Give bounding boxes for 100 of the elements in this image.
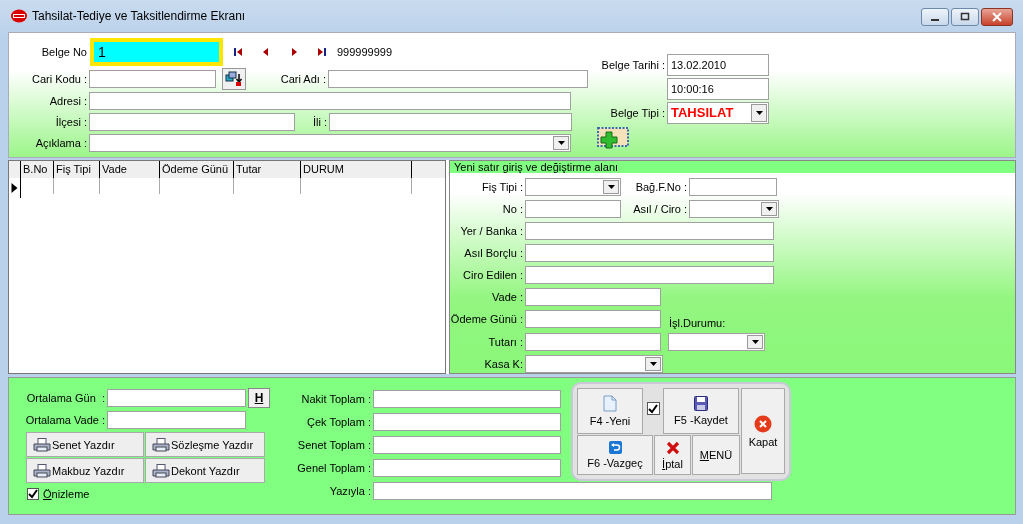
- exit-button[interactable]: Kapat: [741, 388, 785, 474]
- document-date-field[interactable]: 13.02.2010: [667, 54, 769, 76]
- save-button[interactable]: F5 -Kaydet: [663, 388, 739, 434]
- dropdown-arrow-icon: [765, 206, 773, 211]
- new-button[interactable]: F4 -Yeni: [577, 388, 643, 434]
- field-label: İlçesi :: [54, 116, 87, 128]
- field-label: Tutarı :: [487, 335, 523, 348]
- field-label: Belge Tipi :: [609, 107, 665, 119]
- last-record-number: 999999999: [337, 46, 393, 58]
- field-label: Vade :: [491, 290, 523, 303]
- field-label: Bağ.F.No :: [634, 180, 687, 193]
- checkbox-label: Önizleme: [43, 488, 90, 500]
- print-button[interactable]: Sözleşme Yazdır: [145, 432, 265, 457]
- app-logo-icon: [11, 9, 27, 23]
- print-button[interactable]: Senet Yazdır: [26, 432, 144, 457]
- field-label: Asıl Borçlu :: [463, 246, 523, 259]
- close-icon: [992, 12, 1002, 22]
- preview-checkbox[interactable]: [27, 488, 39, 500]
- cash-box-dropdown[interactable]: [525, 354, 663, 373]
- printer-icon: [152, 437, 170, 452]
- maximize-button[interactable]: [951, 8, 979, 26]
- previous-record-icon[interactable]: [261, 47, 271, 57]
- field-label: Genel Toplam :: [296, 462, 371, 474]
- close-button[interactable]: [981, 8, 1013, 26]
- field-label: Kasa K:: [483, 357, 523, 370]
- account-lookup-button[interactable]: [222, 68, 246, 90]
- average-due-field[interactable]: [107, 411, 246, 429]
- minimize-button[interactable]: [921, 8, 949, 26]
- amount-field[interactable]: [525, 332, 661, 351]
- description-dropdown[interactable]: [89, 134, 571, 152]
- document-type-dropdown[interactable]: TAHSILAT: [667, 102, 769, 124]
- field-label: Adresi :: [48, 95, 87, 107]
- column-header[interactable]: Tutar: [234, 161, 301, 178]
- field-label: Cari Adı :: [279, 73, 326, 85]
- average-days-field[interactable]: [107, 389, 246, 407]
- dropdown-arrow-icon: [751, 339, 759, 344]
- total-field[interactable]: [373, 436, 561, 454]
- field-label: Ciro Edilen :: [462, 268, 523, 281]
- field-label: Yer / Banka :: [459, 224, 523, 237]
- endorsee-field[interactable]: [525, 265, 774, 284]
- dropdown-arrow-icon: [649, 361, 657, 366]
- payment-day-field[interactable]: [525, 310, 661, 328]
- field-label: Yazıyla :: [328, 485, 371, 497]
- original-endorsed-dropdown[interactable]: [689, 199, 779, 218]
- field-label: Senet Toplam :: [296, 439, 371, 451]
- field-label: Açıklama :: [34, 137, 87, 149]
- slip-type-dropdown[interactable]: [525, 177, 621, 196]
- field-label: Asıl / Ciro :: [632, 202, 687, 215]
- field-label: Çek Toplam :: [306, 416, 371, 428]
- amount-in-words-field[interactable]: [373, 482, 772, 500]
- minimize-icon: [931, 19, 939, 21]
- field-label: Ortalama Gün :: [25, 392, 105, 404]
- field-label: Belge No: [40, 46, 87, 58]
- column-header[interactable]: Ödeme Günü: [160, 161, 234, 178]
- printer-icon: [152, 463, 170, 478]
- column-header[interactable]: B.No: [21, 161, 54, 178]
- total-field[interactable]: [373, 413, 561, 431]
- next-record-icon[interactable]: [289, 47, 299, 57]
- document-time-field[interactable]: 10:00:16: [667, 78, 769, 100]
- cross-icon: [665, 440, 680, 455]
- group-title: Yeni satır giriş ve değiştirme alanı: [450, 161, 1015, 174]
- bank-field[interactable]: [525, 221, 774, 240]
- print-button[interactable]: Makbuz Yazdır: [26, 458, 144, 483]
- debtor-field[interactable]: [525, 243, 774, 262]
- first-record-icon[interactable]: [233, 47, 243, 57]
- maximize-icon: [960, 12, 970, 22]
- field-label: Fiş Tipi :: [481, 180, 523, 193]
- field-label: Cari Kodu :: [30, 73, 87, 85]
- field-label: Nakit Toplam :: [300, 393, 371, 405]
- province-field[interactable]: [329, 113, 572, 131]
- field-label: Belge Tarihi :: [600, 59, 665, 71]
- delete-button[interactable]: İptal: [654, 435, 691, 475]
- total-field[interactable]: [373, 459, 561, 477]
- print-button[interactable]: Dekont Yazdır: [145, 458, 265, 483]
- column-header[interactable]: DURUM: [301, 161, 412, 178]
- address-field[interactable]: [89, 92, 571, 110]
- due-date-field[interactable]: [525, 287, 661, 306]
- cancel-button[interactable]: F6 -Vazgeç: [577, 435, 653, 475]
- column-header[interactable]: Fiş Tipi: [54, 161, 100, 178]
- linked-slip-field[interactable]: [689, 177, 777, 196]
- field-label: İli :: [311, 116, 327, 128]
- calculate-button[interactable]: H: [248, 388, 270, 408]
- keep-open-checkbox[interactable]: [646, 402, 660, 415]
- status-dropdown[interactable]: [668, 332, 765, 351]
- account-name-field[interactable]: [328, 70, 588, 88]
- field-label: No :: [501, 202, 523, 215]
- field-label: İşl.Durumu:: [669, 317, 726, 329]
- number-field[interactable]: [525, 199, 621, 218]
- column-header[interactable]: Vade: [100, 161, 160, 178]
- document-icon: [603, 395, 617, 412]
- menu-button[interactable]: MENÜ: [692, 435, 740, 475]
- document-number-field[interactable]: 1: [90, 38, 223, 66]
- field-label: Ödeme Günü :: [450, 313, 523, 325]
- undo-icon: [608, 441, 622, 454]
- last-record-icon[interactable]: [317, 47, 327, 57]
- printer-icon: [33, 437, 51, 452]
- add-card-icon[interactable]: [595, 127, 629, 151]
- account-code-field[interactable]: [89, 70, 216, 88]
- district-field[interactable]: [89, 113, 295, 131]
- total-field[interactable]: [373, 390, 561, 408]
